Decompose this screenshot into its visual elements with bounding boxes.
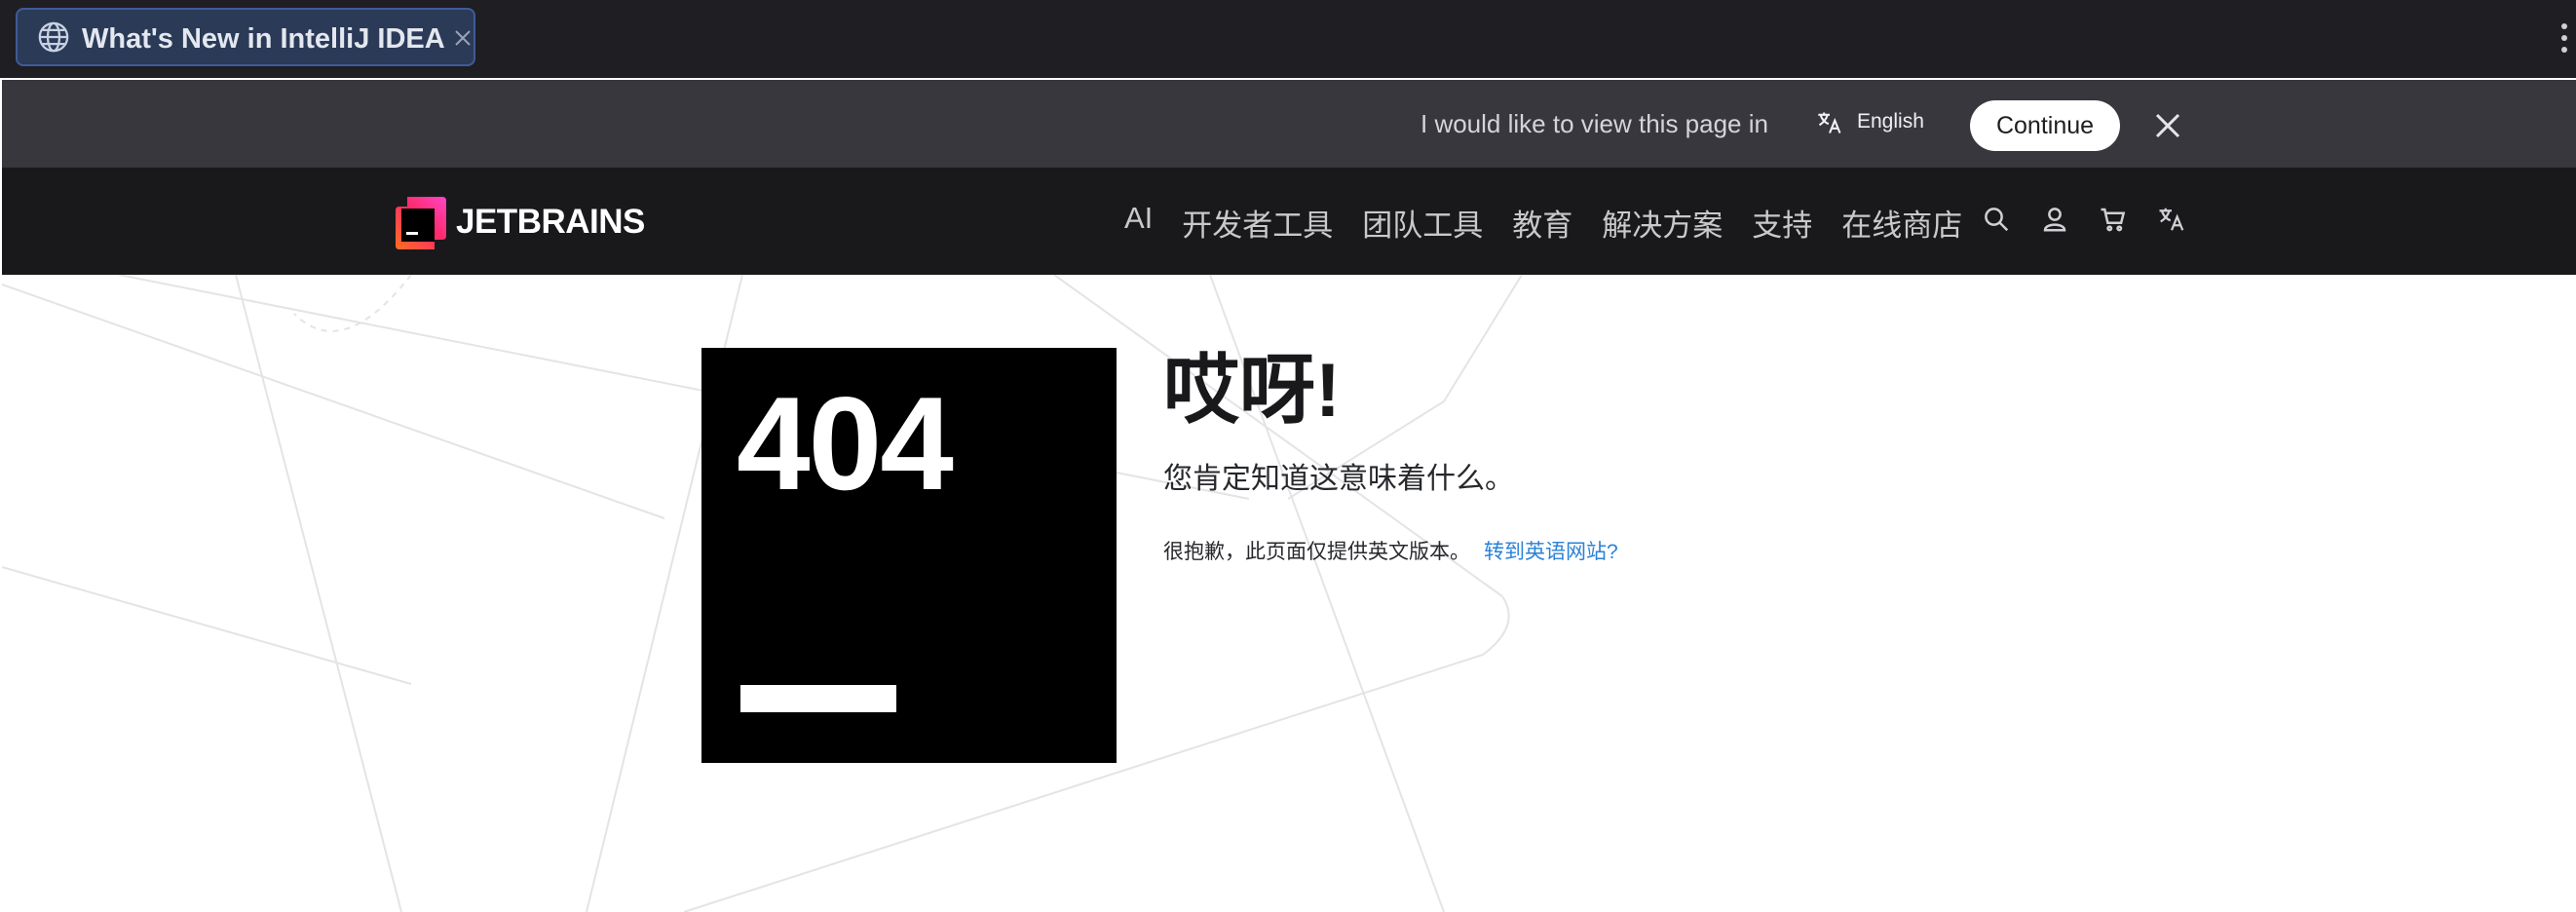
nav-item-store[interactable]: 在线商店 bbox=[1841, 201, 1962, 245]
logo-text[interactable]: JETBRAINS bbox=[456, 203, 645, 242]
language-note-text: 很抱歉，此页面仅提供英文版本。 bbox=[1163, 541, 1470, 563]
site-header: JETBRAINS AI 开发者工具 团队工具 教育 解决方案 支持 在线商店 bbox=[2, 168, 2576, 275]
nav-item-education[interactable]: 教育 bbox=[1512, 201, 1572, 245]
translate-icon[interactable] bbox=[1816, 109, 1843, 136]
tab-title: What's New in IntelliJ IDEA bbox=[82, 23, 445, 55]
nav-item-solutions[interactable]: 解决方案 bbox=[1602, 201, 1723, 245]
translate-bar: I would like to view this page in Englis… bbox=[2, 80, 2576, 168]
nav-item-support[interactable]: 支持 bbox=[1752, 201, 1812, 245]
browser-tab-strip: What's New in IntelliJ IDEA bbox=[0, 0, 2576, 78]
page-title: 哎呀! bbox=[1163, 347, 1341, 433]
main-nav: AI 开发者工具 团队工具 教育 解决方案 支持 在线商店 bbox=[1124, 201, 1991, 245]
translate-prompt: I would like to view this page in bbox=[1421, 109, 1768, 138]
user-icon[interactable] bbox=[2040, 205, 2069, 234]
nav-item-team-tools[interactable]: 团队工具 bbox=[1362, 201, 1483, 245]
english-site-link[interactable]: 转到英语网站? bbox=[1484, 541, 1618, 563]
translate-icon[interactable] bbox=[2157, 205, 2186, 234]
cart-icon[interactable] bbox=[2099, 205, 2128, 234]
close-icon[interactable] bbox=[2155, 113, 2180, 138]
page-subtitle: 您肯定知道这意味着什么。 bbox=[1163, 463, 1514, 495]
globe-icon bbox=[38, 21, 69, 53]
cursor-bar bbox=[740, 685, 896, 712]
search-icon[interactable] bbox=[1982, 205, 2011, 234]
tab-close-icon[interactable] bbox=[454, 29, 472, 47]
more-menu-icon[interactable] bbox=[2558, 21, 2570, 55]
error-404-card: 404 bbox=[701, 348, 1117, 763]
language-selector[interactable]: English bbox=[1857, 110, 1924, 133]
error-code: 404 bbox=[737, 369, 954, 517]
browser-tab[interactable]: What's New in IntelliJ IDEA bbox=[16, 8, 475, 66]
jetbrains-logo-icon[interactable] bbox=[394, 195, 448, 249]
nav-item-ai[interactable]: AI bbox=[1124, 201, 1153, 245]
continue-button[interactable]: Continue bbox=[1970, 100, 2120, 151]
nav-item-developer-tools[interactable]: 开发者工具 bbox=[1182, 201, 1333, 245]
language-note: 很抱歉，此页面仅提供英文版本。 转到英语网站? bbox=[1163, 536, 1618, 565]
